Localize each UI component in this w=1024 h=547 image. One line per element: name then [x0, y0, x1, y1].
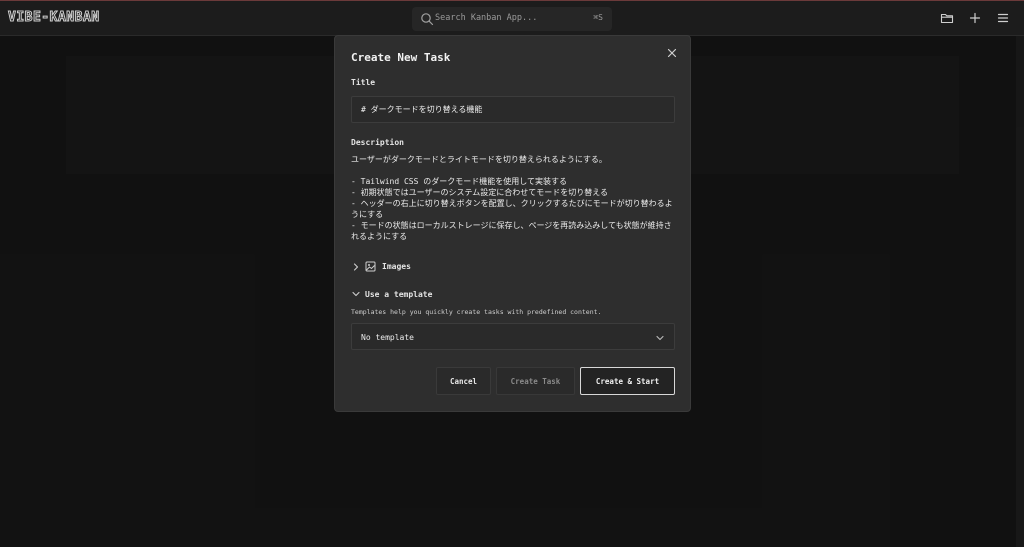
- chevron-down-icon: [656, 335, 664, 341]
- create-and-start-button[interactable]: Create & Start: [580, 367, 675, 395]
- template-hint: Templates help you quickly create tasks …: [351, 308, 602, 316]
- images-label: Images: [382, 262, 411, 271]
- title-input[interactable]: # ダークモードを切り替える機能: [351, 96, 675, 123]
- create-task-button[interactable]: Create Task: [496, 367, 575, 395]
- create-task-dialog: Create New Task Title # ダークモードを切り替える機能 D…: [334, 35, 691, 412]
- image-icon: [365, 261, 376, 272]
- app-root: VIBE-KANBAN Search Kanban App... ⌘S Crea…: [0, 0, 1024, 547]
- search-bar[interactable]: Search Kanban App... ⌘S: [412, 7, 612, 31]
- template-select[interactable]: No template: [351, 323, 675, 350]
- top-actions: [940, 11, 1010, 25]
- images-toggle[interactable]: Images: [351, 261, 411, 272]
- template-label: Use a template: [365, 289, 433, 299]
- search-shortcut: ⌘S: [593, 13, 603, 22]
- template-select-value: No template: [361, 333, 414, 342]
- dialog-title: Create New Task: [351, 51, 451, 64]
- app-logo[interactable]: VIBE-KANBAN: [8, 10, 100, 26]
- folder-icon[interactable]: [940, 11, 954, 25]
- chevron-right-icon: [353, 262, 359, 271]
- description-textarea[interactable]: ユーザーがダークモードとライトモードを切り替えられるようにする。 - Tailw…: [351, 154, 675, 242]
- chevron-down-icon: [352, 291, 360, 297]
- top-bar: VIBE-KANBAN Search Kanban App... ⌘S: [0, 0, 1024, 36]
- plus-icon[interactable]: [968, 11, 982, 25]
- description-label: Description: [351, 138, 404, 147]
- close-icon[interactable]: [665, 46, 679, 60]
- template-toggle[interactable]: Use a template: [351, 289, 432, 299]
- cancel-button[interactable]: Cancel: [436, 367, 491, 395]
- search-icon: [421, 13, 434, 26]
- menu-icon[interactable]: [996, 11, 1010, 25]
- search-placeholder: Search Kanban App...: [435, 13, 538, 23]
- title-label: Title: [351, 78, 376, 87]
